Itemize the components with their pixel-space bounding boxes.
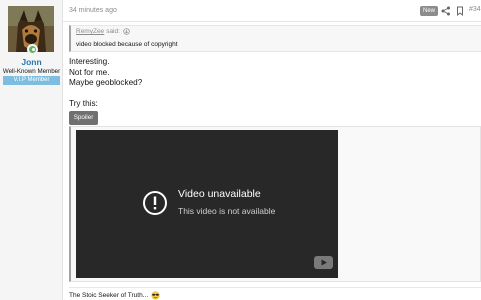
new-badge: New	[420, 6, 439, 16]
post-header: 34 minutes ago New #34	[63, 0, 481, 22]
video-embed[interactable]: Video unavailable This video is not avai…	[76, 130, 338, 278]
share-icon[interactable]	[440, 5, 452, 17]
quote-text: video blocked because of copyright	[76, 41, 178, 48]
message-line: Maybe geoblocked?	[69, 78, 143, 87]
youtube-logo[interactable]	[314, 256, 333, 269]
spoiler-button[interactable]: Spoiler	[69, 111, 98, 125]
jump-to-quote-icon[interactable]	[123, 28, 130, 35]
header-divider	[63, 21, 481, 22]
signature-text: The Stoic Seeker of Truth...	[69, 292, 149, 299]
quote-block: RemyZee said: video blocked because of c…	[69, 25, 481, 52]
sunglasses-emoji-icon	[151, 291, 160, 300]
post-time[interactable]: 34 minutes ago	[69, 7, 117, 14]
video-unavailable-subtitle: This video is not available	[178, 206, 276, 216]
message-line: Interesting.	[69, 57, 110, 66]
quote-header: RemyZee said:	[76, 28, 130, 35]
bookmark-icon[interactable]	[454, 5, 466, 17]
avatar[interactable]	[8, 6, 54, 55]
alert-icon	[143, 191, 167, 215]
video-unavailable-title: Video unavailable	[178, 188, 261, 200]
message-line-try: Try this:	[69, 99, 98, 108]
quote-author-link[interactable]: RemyZee	[76, 28, 104, 35]
username[interactable]: Jonn	[0, 57, 63, 67]
signature: The Stoic Seeker of Truth...	[69, 291, 160, 300]
post-number[interactable]: #34	[469, 6, 481, 13]
quote-said-label: said:	[106, 28, 120, 35]
signature-divider	[69, 287, 481, 288]
online-status-icon	[27, 44, 38, 55]
user-sidebar: Jonn Well-Known Member V.I.P Member	[0, 0, 63, 300]
user-banner: V.I.P Member	[3, 76, 60, 85]
user-title: Well-Known Member	[2, 68, 61, 75]
